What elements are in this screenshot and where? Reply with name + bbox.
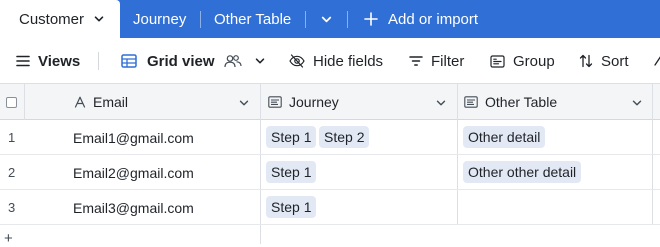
table-row[interactable]: 1 Email1@gmail.com Step 1 Step 2 Other d… (0, 120, 660, 155)
row-number: 3 (8, 200, 16, 215)
row-number: 1 (8, 130, 16, 145)
column-header-other-table-label: Other Table (485, 94, 558, 110)
toolbar-divider (98, 52, 99, 70)
chevron-down-icon[interactable] (238, 96, 250, 114)
journey-chip[interactable]: Step 2 (319, 126, 370, 148)
sort-arrows-icon (579, 54, 593, 68)
column-divider (24, 84, 25, 120)
tab-other-table[interactable]: Other Table (214, 0, 291, 38)
chevron-down-icon[interactable] (93, 13, 105, 25)
tab-customer[interactable]: Customer (0, 0, 120, 38)
tab-journey-label: Journey (133, 10, 187, 28)
tab-separator (347, 11, 348, 28)
tab-separator (200, 11, 201, 28)
add-or-import-label: Add or import (388, 10, 479, 28)
column-header-other-table[interactable]: Other Table (464, 84, 557, 120)
group-label: Group (513, 52, 555, 70)
grid-view-button[interactable]: Grid view (121, 38, 266, 84)
group-button[interactable]: Group (490, 38, 555, 84)
linked-record-icon (268, 96, 282, 108)
sort-button[interactable]: Sort (579, 38, 629, 84)
filter-label: Filter (431, 52, 465, 70)
hide-fields-button[interactable]: Hide fields (289, 38, 383, 84)
email-cell[interactable]: Email2@gmail.com (73, 155, 194, 190)
linked-record-icon (464, 96, 478, 108)
hamburger-menu-icon (16, 55, 30, 67)
column-header-email-label: Email (93, 94, 129, 110)
filter-icon (409, 55, 423, 67)
tab-separator (305, 11, 306, 28)
text-field-icon (74, 96, 86, 108)
email-cell[interactable]: Email3@gmail.com (73, 190, 194, 225)
email-cell[interactable]: Email1@gmail.com (73, 120, 194, 155)
other-table-chip[interactable]: Other detail (463, 126, 546, 148)
column-header-journey-label: Journey (289, 94, 339, 110)
add-record-button[interactable]: + (4, 230, 13, 247)
table-tab-bar: Customer Journey Other Table Add or impo… (0, 0, 660, 38)
eye-off-icon (289, 54, 305, 68)
grid-view-icon (121, 54, 137, 68)
views-button[interactable]: Views (16, 38, 80, 84)
plus-icon (364, 12, 378, 26)
add-or-import-button[interactable]: Add or import (364, 0, 478, 38)
grid-header-row: Email Journey Other Table (0, 84, 660, 120)
tab-other-table-label: Other Table (214, 10, 292, 28)
filter-button[interactable]: Filter (409, 38, 464, 84)
grid-view-label: Grid view (147, 52, 215, 70)
row-number: 2 (8, 165, 16, 180)
chevron-down-icon[interactable] (631, 96, 643, 114)
column-header-email[interactable]: Email (74, 84, 128, 120)
chevron-down-icon[interactable] (435, 96, 447, 114)
sort-label: Sort (601, 52, 629, 70)
hide-fields-label: Hide fields (313, 52, 384, 70)
more-tables-chevron-icon[interactable] (318, 11, 334, 27)
journey-chip[interactable]: Step 1 (266, 161, 317, 183)
journey-chip[interactable]: Step 1 (266, 196, 317, 218)
journey-chip[interactable]: Step 1 (266, 126, 317, 148)
view-toolbar: Views Grid view Hide fields Filter Group (0, 38, 660, 84)
group-icon (490, 54, 505, 68)
table-row[interactable]: 2 Email2@gmail.com Step 1 Other other de… (0, 155, 660, 190)
views-label: Views (38, 52, 81, 70)
table-row[interactable]: 3 Email3@gmail.com Step 1 (0, 190, 660, 225)
other-table-chip[interactable]: Other other detail (463, 161, 582, 183)
column-header-journey[interactable]: Journey (268, 84, 339, 120)
chevron-down-icon[interactable] (254, 55, 266, 67)
select-all-checkbox[interactable] (6, 97, 17, 108)
tab-journey[interactable]: Journey (133, 0, 186, 38)
tab-customer-label: Customer (19, 10, 85, 28)
color-icon[interactable] (652, 38, 660, 84)
collaborators-icon (223, 54, 242, 68)
records-grid: Email Journey Other Table 1 Email1@gmail… (0, 84, 660, 247)
